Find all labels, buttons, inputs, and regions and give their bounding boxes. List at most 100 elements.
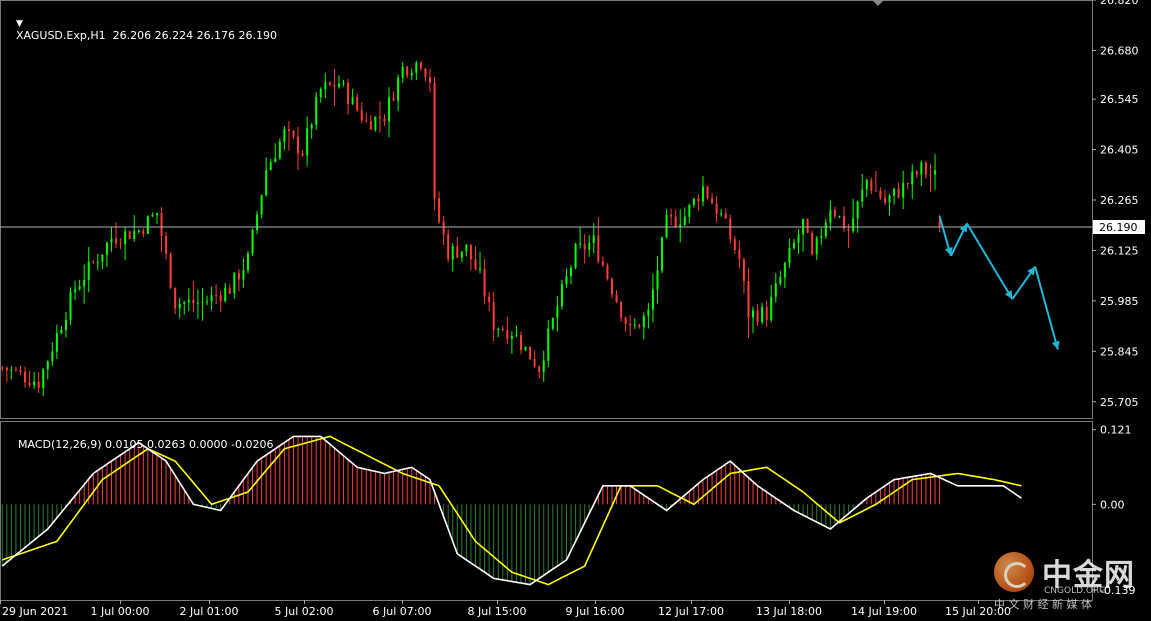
- candle: [770, 284, 773, 323]
- candle: [92, 260, 95, 264]
- time-axis-label: 2 Jul 01:00: [180, 605, 239, 618]
- candle: [160, 207, 163, 253]
- candle: [406, 65, 409, 79]
- candle-body: [847, 228, 850, 232]
- candle-body: [142, 230, 145, 234]
- candle: [683, 207, 686, 227]
- candle: [433, 76, 436, 211]
- candle: [874, 170, 877, 192]
- candle-body: [633, 324, 636, 326]
- collapse-arrow-icon[interactable]: ▼: [16, 19, 23, 29]
- candle-body: [629, 323, 632, 326]
- candle: [688, 203, 691, 223]
- candle-body: [5, 367, 8, 371]
- candle-body: [720, 213, 723, 215]
- candle: [274, 143, 277, 163]
- candle: [219, 290, 222, 313]
- candle: [792, 238, 795, 250]
- price-axis-label: 26.680: [1100, 44, 1139, 57]
- candle: [410, 68, 413, 81]
- candle: [565, 268, 568, 288]
- forecast-arrow-segment: [966, 222, 1014, 300]
- candle-body: [51, 351, 54, 362]
- candle: [547, 320, 550, 368]
- candle-body: [119, 243, 122, 245]
- candle: [83, 264, 86, 304]
- candle: [806, 218, 809, 233]
- candle-body: [588, 243, 591, 250]
- candle-body: [665, 214, 668, 238]
- candle: [356, 93, 359, 113]
- candle-body: [101, 254, 104, 262]
- candle: [428, 68, 431, 93]
- candle-body: [656, 270, 659, 290]
- candle: [524, 346, 527, 351]
- candle-body: [724, 213, 727, 219]
- candle-body: [301, 153, 304, 156]
- candle: [724, 208, 727, 219]
- candle: [256, 211, 259, 235]
- candle: [865, 178, 868, 197]
- candle-body: [69, 291, 72, 320]
- candle: [1, 365, 4, 372]
- price-axis-label: 25.705: [1100, 396, 1139, 409]
- candle-body: [365, 120, 368, 122]
- candle-body: [915, 171, 918, 175]
- chart-canvas[interactable]: 26.820 26.680 26.545 26.405 26.265 26.125 25.9…: [0, 0, 1151, 621]
- candle-body: [706, 186, 709, 199]
- candle: [319, 87, 322, 103]
- candle: [879, 187, 882, 200]
- candle-body: [283, 129, 286, 142]
- candle: [501, 325, 504, 332]
- candle-body: [701, 186, 704, 202]
- candle: [883, 189, 886, 206]
- candle: [515, 325, 518, 338]
- candle: [242, 257, 245, 288]
- candle-body: [342, 82, 345, 84]
- candle-body: [893, 188, 896, 196]
- candle-body: [451, 246, 454, 260]
- candle: [447, 229, 450, 263]
- candle: [383, 114, 386, 126]
- candle: [661, 236, 664, 274]
- candle: [620, 301, 623, 323]
- candle: [469, 244, 472, 271]
- candle: [579, 227, 582, 249]
- candle-body: [651, 289, 654, 310]
- candle-body: [219, 295, 222, 302]
- candle-body: [278, 141, 281, 159]
- candle-body: [442, 221, 445, 235]
- candle-body: [820, 236, 823, 238]
- candle-body: [929, 174, 932, 176]
- candle-body: [251, 229, 254, 254]
- candle: [137, 229, 140, 234]
- candle: [196, 289, 199, 319]
- candle-body: [10, 369, 13, 371]
- candle: [815, 236, 818, 260]
- candle: [492, 291, 495, 342]
- candle: [906, 182, 909, 190]
- price-axis-label: 26.125: [1100, 244, 1139, 257]
- candle: [378, 101, 381, 133]
- candle-body: [292, 130, 295, 137]
- current-price-label: 26.190: [1099, 221, 1138, 234]
- candle: [915, 169, 918, 179]
- candle-body: [378, 116, 381, 119]
- candle-body: [428, 77, 431, 83]
- candle-body: [165, 236, 168, 254]
- candle: [287, 121, 290, 151]
- scroll-shift-marker-icon[interactable]: [872, 0, 884, 6]
- candle-body: [333, 84, 336, 87]
- candle: [843, 206, 846, 233]
- price-axis-label: 26.405: [1100, 144, 1139, 157]
- candle-body: [115, 238, 118, 244]
- candle: [388, 87, 391, 138]
- candle: [278, 138, 281, 161]
- candle-body: [19, 370, 22, 372]
- candle: [310, 122, 313, 139]
- candle: [824, 218, 827, 239]
- candle-body: [742, 259, 745, 282]
- candle: [888, 193, 891, 216]
- candle-body: [246, 253, 249, 271]
- symbol-title: XAGUSD.Exp,H1 26.206 26.224 26.176 26.19…: [16, 29, 278, 42]
